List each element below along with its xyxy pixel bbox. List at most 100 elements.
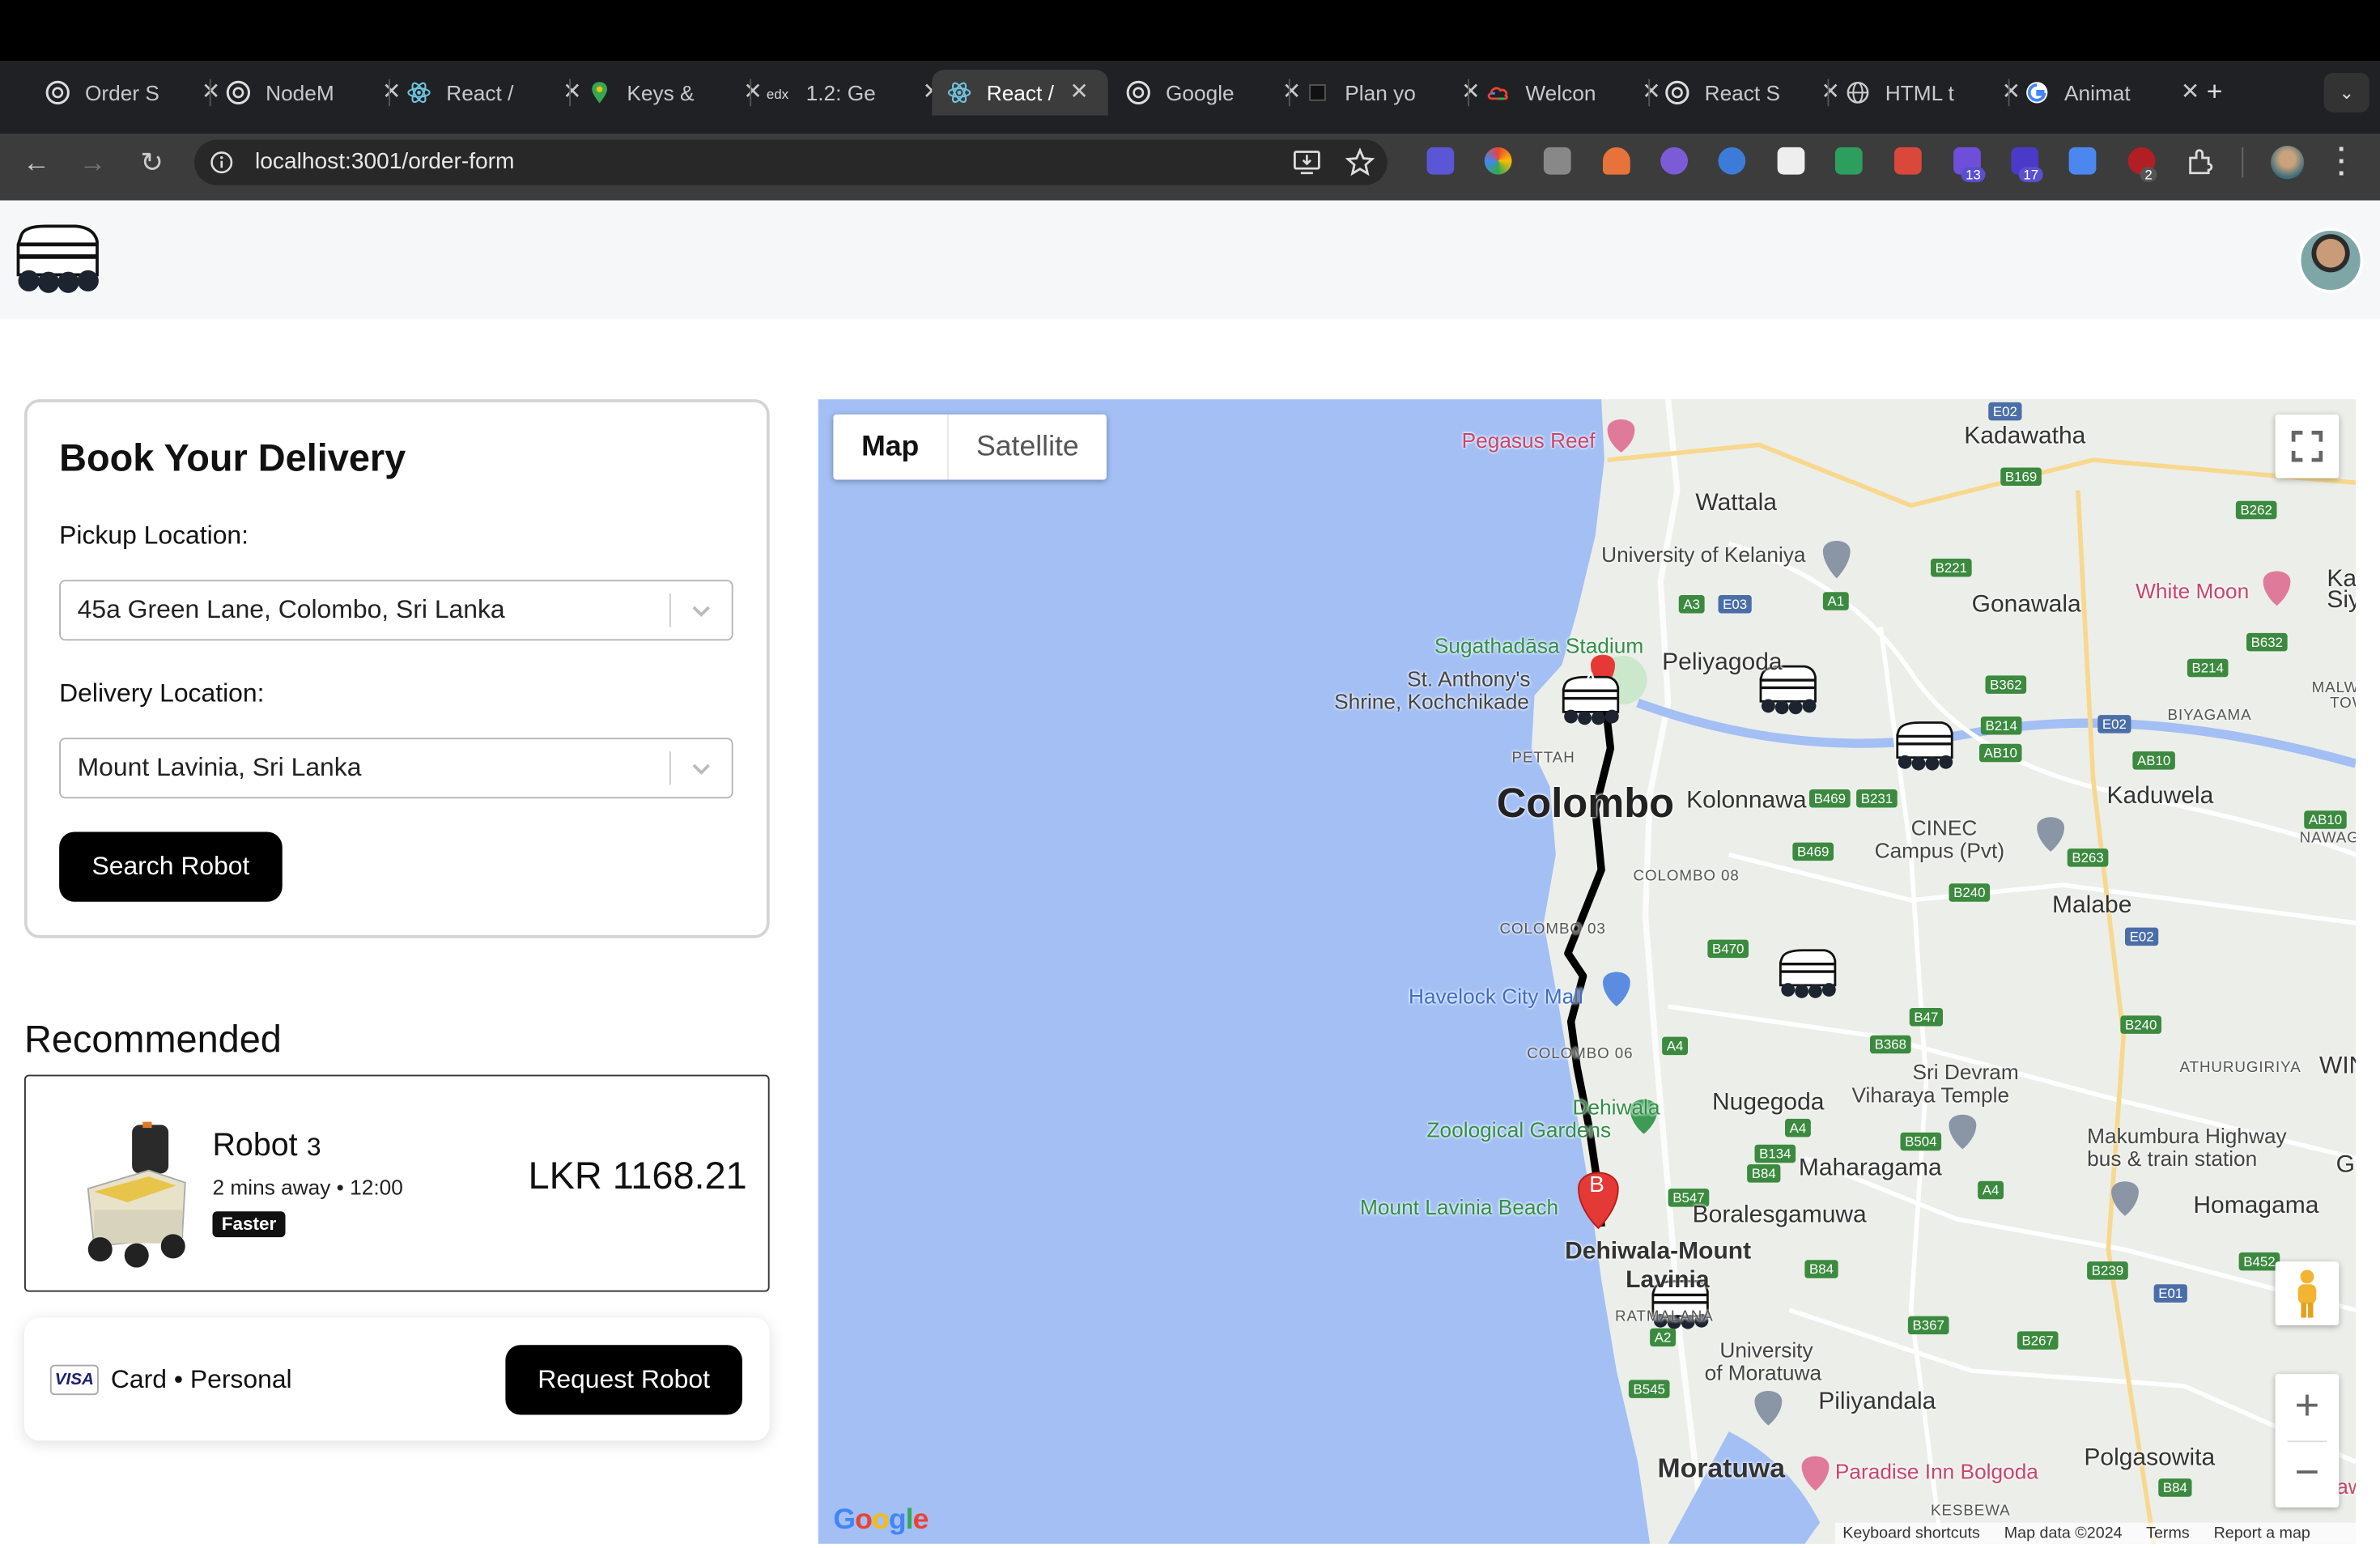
robot-eta: 2 mins away • 12:00 xyxy=(212,1175,403,1200)
map-label: Kolonnawa xyxy=(1686,788,1807,814)
close-icon[interactable]: ✕ xyxy=(1641,80,1662,103)
map-canvas[interactable] xyxy=(818,399,2356,1544)
screen: Order S ✕ NodeM ✕ React / ✕ Keys & ✕ edx… xyxy=(0,0,2380,1548)
maps-pin-icon xyxy=(592,82,607,104)
map-label: BIYAGAMA xyxy=(2167,707,2252,725)
new-tab-button[interactable]: + xyxy=(2201,76,2229,107)
chevron-down-icon[interactable] xyxy=(687,597,715,624)
map-label: Pegasus Reef xyxy=(1461,427,1596,453)
extension-t-icon[interactable] xyxy=(1777,147,1805,175)
close-icon[interactable]: ✕ xyxy=(562,80,583,103)
map-label: Siy xyxy=(2327,587,2356,614)
tab-label: Welcon xyxy=(1525,80,1596,105)
extension-drop-icon[interactable] xyxy=(1718,147,1746,175)
road-shield: A1 xyxy=(1822,592,1849,610)
fullscreen-button[interactable] xyxy=(2275,414,2340,478)
tab-label: HTML t xyxy=(1885,80,1954,105)
close-icon[interactable]: ✕ xyxy=(381,80,402,103)
google-icon xyxy=(2026,82,2048,104)
map-view[interactable]: E02 B169 B262 B221 A3 E03 A1 B632 B214 B… xyxy=(818,399,2356,1544)
road-shield: B84 xyxy=(1747,1164,1781,1183)
request-robot-button[interactable]: Request Robot xyxy=(505,1345,742,1415)
extension-gear-icon[interactable] xyxy=(1660,147,1688,175)
tab-search-button[interactable]: ⌄ xyxy=(2323,73,2369,113)
react-icon xyxy=(947,82,971,104)
tab-edx[interactable]: edx 1.2: Ge ✕ xyxy=(763,70,942,115)
site-info-icon[interactable] xyxy=(210,151,234,175)
extension-d-icon[interactable] xyxy=(1426,147,1455,175)
tab-order[interactable]: Order S ✕ xyxy=(43,70,222,115)
install-app-icon[interactable] xyxy=(1292,147,1323,178)
pickup-value: 45a Green Lane, Colombo, Sri Lanka xyxy=(77,595,505,624)
tab-react-1[interactable]: React / ✕ xyxy=(404,70,583,115)
map-type-satellite-button[interactable]: Satellite xyxy=(947,414,1107,480)
pickup-select[interactable]: 45a Green Lane, Colombo, Sri Lanka xyxy=(59,580,733,641)
user-avatar[interactable] xyxy=(2297,228,2364,293)
tab-animat[interactable]: Animat ✕ xyxy=(2022,70,2201,115)
extension-qr-icon[interactable] xyxy=(1543,147,1571,175)
url-text[interactable]: localhost:3001/order-form xyxy=(255,149,514,175)
pin-a-label: A xyxy=(1584,669,1597,688)
chevron-down-icon[interactable] xyxy=(687,755,715,782)
tab-label: Keys & xyxy=(627,80,695,105)
tab-separator xyxy=(569,79,571,107)
road-shield: A4 xyxy=(1785,1118,1811,1138)
browser-menu-icon[interactable]: · · · xyxy=(2331,135,2352,187)
zoom-in-button[interactable]: + xyxy=(2276,1374,2340,1441)
edx-icon: edx xyxy=(767,87,789,102)
close-icon[interactable]: ✕ xyxy=(1069,80,1090,103)
tab-plan[interactable]: Plan yo ✕ xyxy=(1303,70,1481,115)
road-shield: E02 xyxy=(2125,927,2159,946)
keyboard-shortcuts-link[interactable]: Keyboard shortcuts xyxy=(1842,1525,1980,1543)
robot-count: 3 xyxy=(306,1132,321,1162)
tab-keys[interactable]: Keys & ✕ xyxy=(584,70,763,115)
close-icon[interactable]: ✕ xyxy=(2000,80,2021,103)
close-icon[interactable]: ✕ xyxy=(1281,80,1303,103)
reload-icon[interactable]: ↻ xyxy=(135,146,168,179)
terms-link[interactable]: Terms xyxy=(2146,1525,2190,1543)
road-shield: B368 xyxy=(1870,1035,1911,1054)
tab-nodem[interactable]: NodeM ✕ xyxy=(223,70,402,115)
close-icon[interactable]: ✕ xyxy=(742,80,763,103)
profile-avatar[interactable] xyxy=(2271,146,2305,180)
robot-logo-icon[interactable] xyxy=(15,223,100,296)
close-icon[interactable]: ✕ xyxy=(201,80,222,103)
tab-react-s[interactable]: React S ✕ xyxy=(1662,70,1841,115)
tab-react-active[interactable]: React / ✕ xyxy=(932,70,1108,116)
extension-red-icon[interactable] xyxy=(1894,147,1922,175)
tab-html[interactable]: HTML t ✕ xyxy=(1842,70,2021,115)
close-icon[interactable]: ✕ xyxy=(2180,80,2201,103)
robot-name-text: Robot xyxy=(212,1128,298,1163)
recommended-heading: Recommended xyxy=(24,1019,282,1061)
extension-fox-icon[interactable] xyxy=(1603,147,1630,175)
road-shield: B47 xyxy=(1909,1008,1944,1027)
tab-welcome[interactable]: Welcon ✕ xyxy=(1483,70,1662,115)
street-view-pegman-button[interactable] xyxy=(2275,1261,2340,1325)
map-label: Kaduwela xyxy=(2106,783,2214,810)
tab-google[interactable]: Google ✕ xyxy=(1124,70,1303,115)
road-shield: B240 xyxy=(1949,883,1991,902)
tab-label: React / xyxy=(446,80,514,105)
extensions-puzzle-icon[interactable] xyxy=(2186,147,2216,178)
map-label: Mount Lavinia Beach xyxy=(1360,1194,1559,1219)
os-top-bar xyxy=(0,0,2380,61)
google-logo-letter: e xyxy=(912,1504,929,1537)
road-shield: B214 xyxy=(1980,717,2022,735)
close-icon[interactable]: ✕ xyxy=(1460,80,1481,103)
map-label: Dehiwala xyxy=(1572,1094,1660,1119)
map-type-map-button[interactable]: Map xyxy=(833,415,947,480)
map-label: Shrine, Kochchikade xyxy=(1334,689,1529,714)
extension-color-icon[interactable] xyxy=(1484,147,1512,175)
search-robot-button[interactable]: Search Robot xyxy=(59,831,283,902)
map-label: University xyxy=(1719,1337,1813,1362)
extension-translate-icon[interactable] xyxy=(2068,147,2097,175)
zoom-out-button[interactable]: − xyxy=(2276,1440,2340,1508)
payment-method[interactable]: Card • Personal xyxy=(111,1365,292,1396)
delivery-select[interactable]: Mount Lavinia, Sri Lanka xyxy=(59,738,733,799)
road-shield: B267 xyxy=(2017,1331,2059,1350)
back-icon[interactable]: ← xyxy=(19,146,53,179)
bookmark-star-icon[interactable] xyxy=(1345,147,1375,178)
close-icon[interactable]: ✕ xyxy=(1820,80,1841,103)
extension-flag-icon[interactable] xyxy=(1834,147,1863,175)
forward-icon[interactable]: → xyxy=(76,146,109,179)
